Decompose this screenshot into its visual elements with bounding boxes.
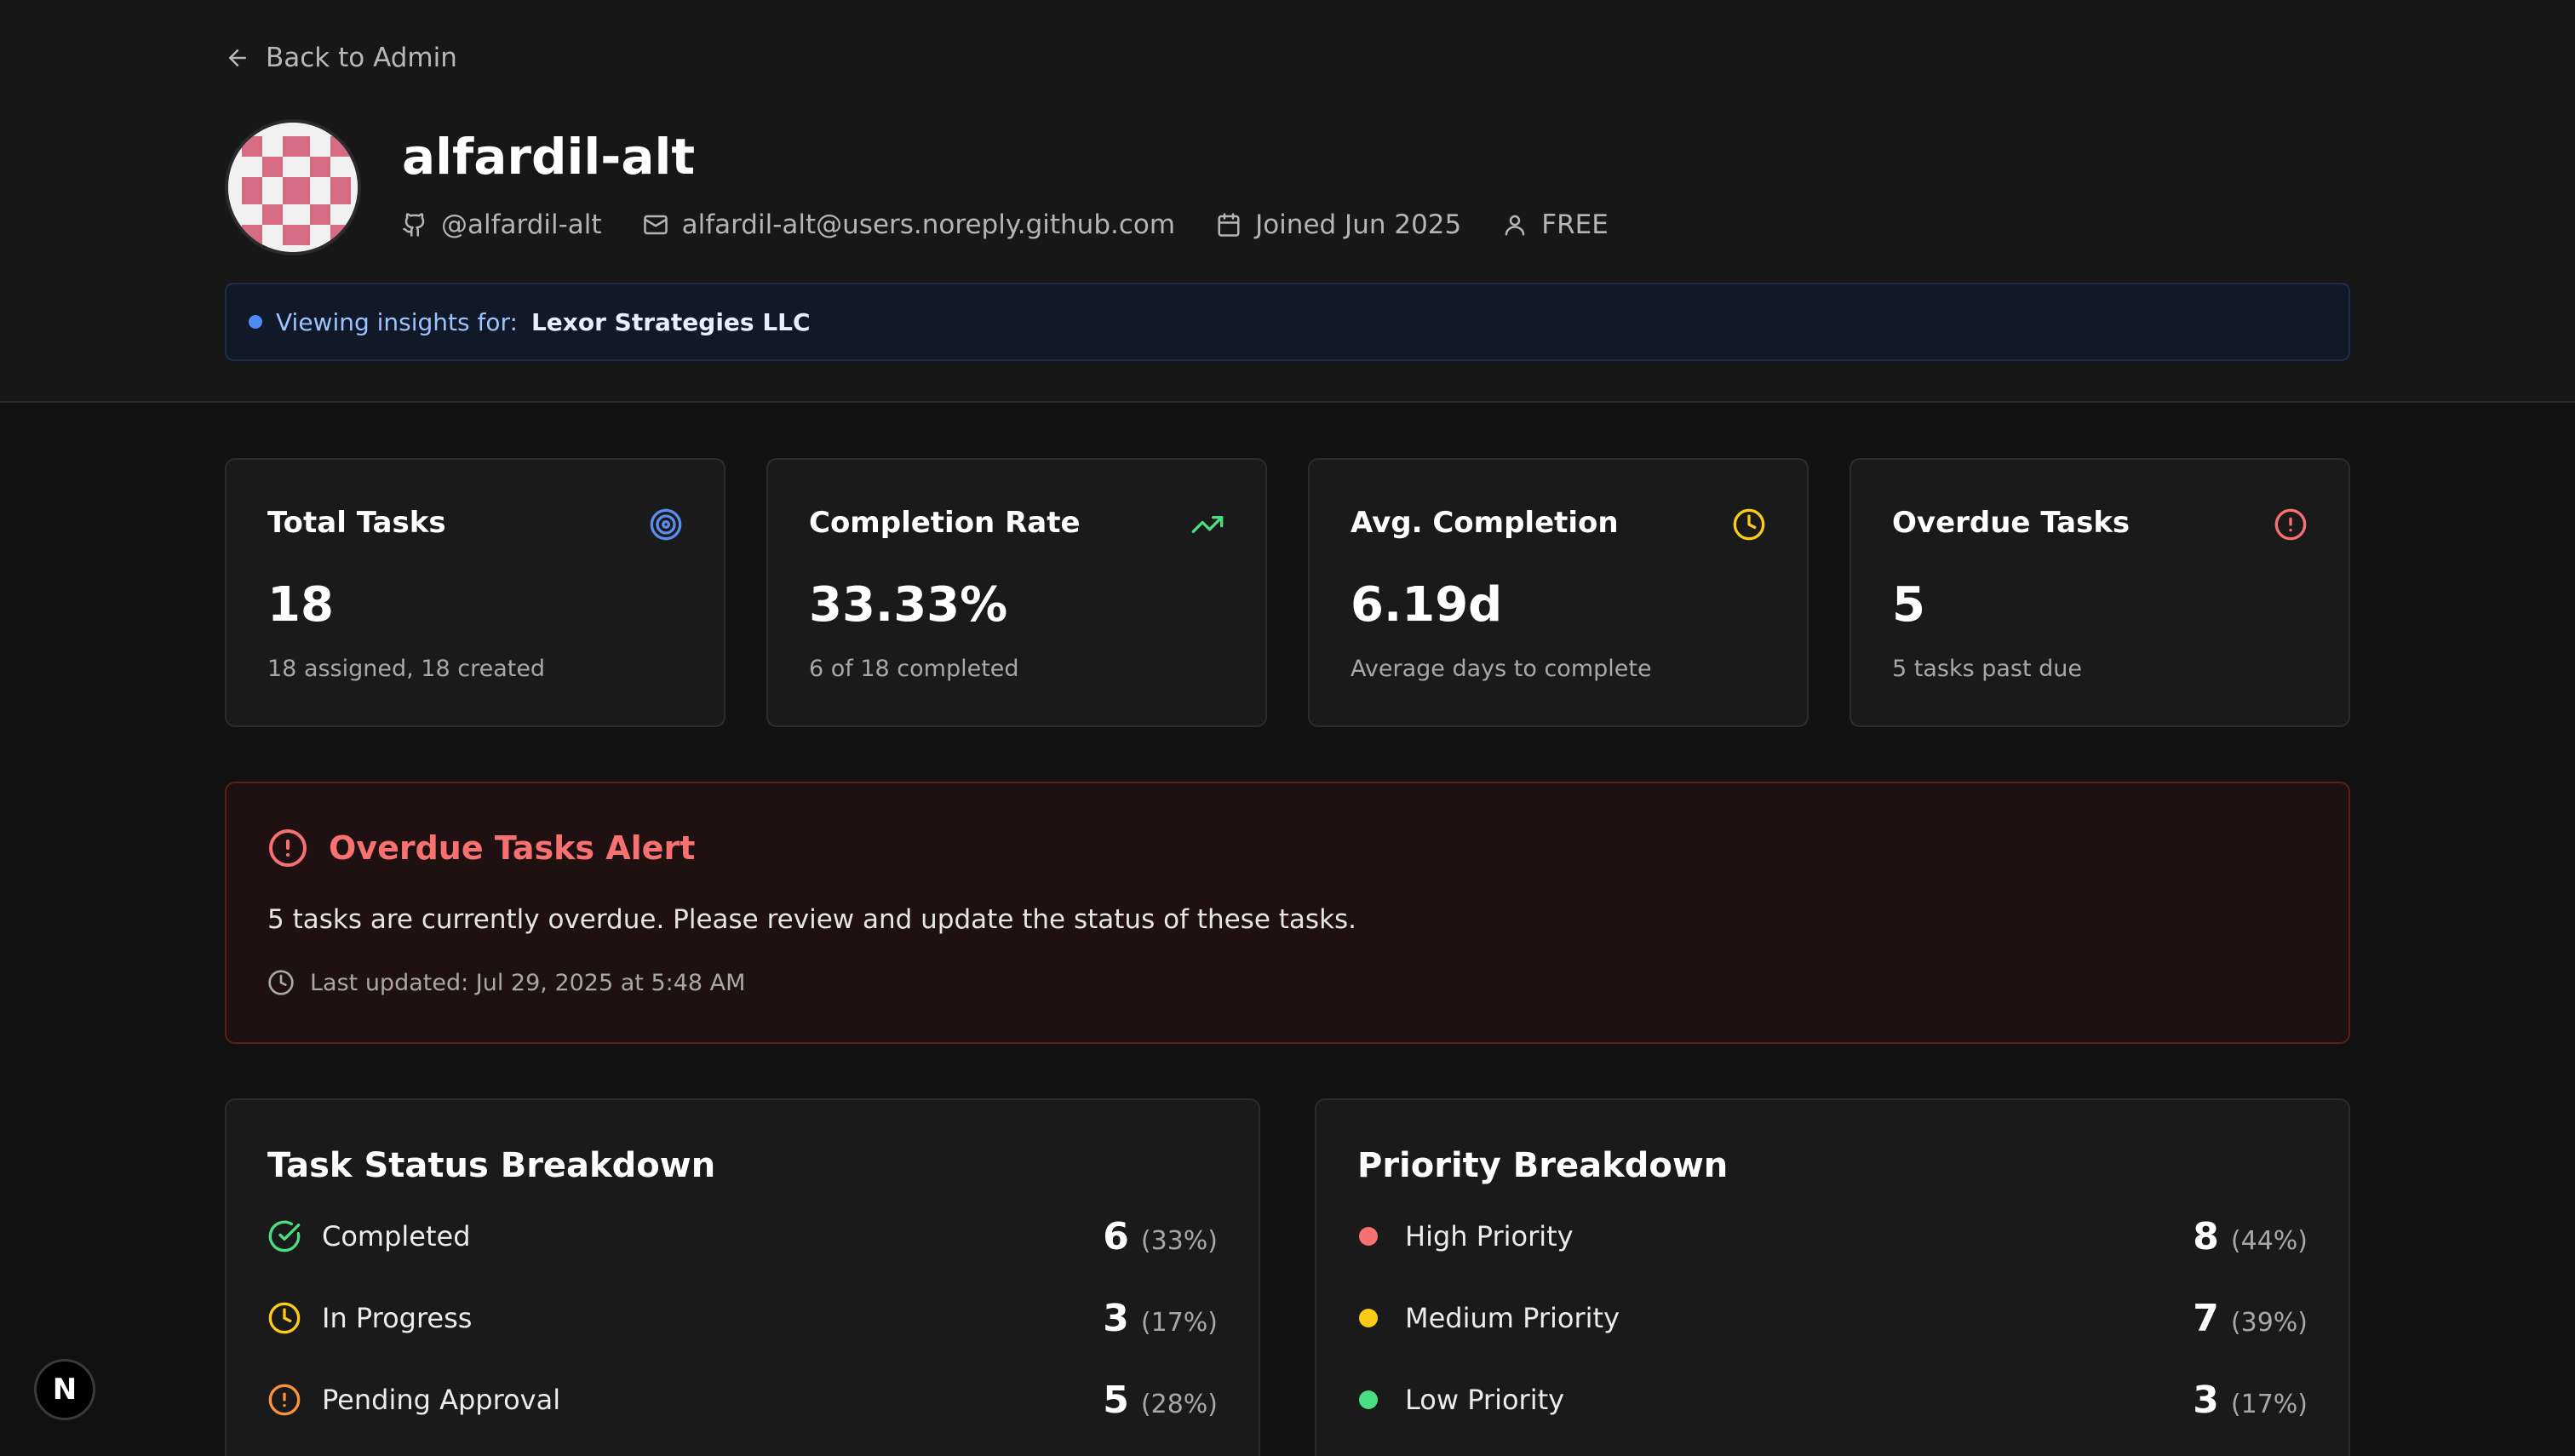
priority-row-low: Low Priority 3 (17%) <box>1357 1374 2308 1425</box>
calendar-icon <box>1218 213 1240 237</box>
trending-up-icon <box>1191 516 1224 533</box>
back-to-admin-link[interactable]: Back to Admin <box>225 37 457 78</box>
stat-value: 33.33% <box>809 577 1008 633</box>
stat-title: Avg. Completion <box>1351 506 1619 540</box>
identicon-image <box>228 123 358 252</box>
stat-card-avg-completion: Avg. Completion 6.19d Average days to co… <box>1308 458 1809 727</box>
priority-row-medium: Medium Priority 7 (39%) <box>1357 1293 2308 1344</box>
status-percent: (28%) <box>1140 1389 1218 1419</box>
status-row-pending-approval: Pending Approval 5 (28%) <box>267 1374 1218 1425</box>
alert-circle-icon <box>269 829 307 867</box>
status-row-in-progress: In Progress 3 (17%) <box>267 1293 1218 1344</box>
priority-label: Low Priority <box>1405 1384 1565 1416</box>
priority-panel: Priority Breakdown High Priority 8 (44%)… <box>1315 1098 2350 1456</box>
clock-icon <box>268 970 294 995</box>
github-icon <box>403 213 425 237</box>
profile-header: Back to Admin alfardil-alt @alfardil-alt… <box>0 0 2575 403</box>
status-count: 6 <box>1103 1214 1129 1258</box>
joined-date-text: Joined Jun 2025 <box>1255 209 1462 240</box>
priority-count: 8 <box>2193 1214 2219 1258</box>
stat-title: Completion Rate <box>809 506 1081 540</box>
alert-last-updated: Last updated: Jul 29, 2025 at 5:48 AM <box>267 969 745 996</box>
alert-message: 5 tasks are currently overdue. Please re… <box>267 904 1357 935</box>
stat-subtitle: 6 of 18 completed <box>809 656 1019 682</box>
stat-subtitle: 5 tasks past due <box>1892 656 2083 682</box>
github-handle: @alfardil-alt <box>402 209 602 240</box>
alert-title: Overdue Tasks Alert <box>329 829 696 867</box>
stat-title: Overdue Tasks <box>1892 506 2131 540</box>
stat-card-total-tasks: Total Tasks 18 18 assigned, 18 created <box>225 458 725 727</box>
user-icon <box>1505 215 1525 236</box>
panel-title: Task Status Breakdown <box>267 1146 716 1185</box>
insights-banner: Viewing insights for: Lexor Strategies L… <box>225 283 2350 361</box>
panel-title: Priority Breakdown <box>1357 1146 1729 1185</box>
insights-prefix: Viewing insights for: <box>276 307 518 336</box>
target-icon <box>650 508 682 541</box>
priority-percent: (17%) <box>2230 1389 2308 1419</box>
profile-meta: @alfardil-alt alfardil-alt@users.noreply… <box>402 204 1609 245</box>
mail-icon <box>643 215 668 235</box>
priority-count: 7 <box>2193 1296 2219 1340</box>
stat-card-overdue-tasks: Overdue Tasks 5 5 tasks past due <box>1850 458 2350 727</box>
alert-header: Overdue Tasks Alert <box>267 828 695 868</box>
stat-card-completion-rate: Completion Rate 33.33% 6 of 18 completed <box>766 458 1267 727</box>
stat-subtitle: Average days to complete <box>1351 656 1652 682</box>
info-dot-icon <box>249 315 262 329</box>
status-percent: (33%) <box>1140 1225 1218 1256</box>
check-circle-icon <box>268 1220 301 1253</box>
insights-organization: Lexor Strategies LLC <box>530 307 811 336</box>
overdue-alert: Overdue Tasks Alert 5 tasks are currentl… <box>225 782 2350 1044</box>
task-status-panel: Task Status Breakdown Completed 6 (33%) … <box>225 1098 1260 1456</box>
status-row-completed: Completed 6 (33%) <box>267 1211 1218 1262</box>
clock-icon <box>1733 508 1765 541</box>
joined-date: Joined Jun 2025 <box>1216 209 1461 240</box>
alert-last-updated-text: Last updated: Jul 29, 2025 at 5:48 AM <box>310 969 746 996</box>
alert-circle-icon <box>268 1384 301 1416</box>
medium-priority-dot-icon <box>1359 1309 1378 1327</box>
alert-circle-icon <box>2274 508 2307 541</box>
status-label: Completed <box>322 1220 471 1253</box>
priority-count: 3 <box>2193 1378 2219 1422</box>
clock-icon <box>268 1302 301 1334</box>
profile-username: alfardil-alt <box>402 128 696 186</box>
status-label: Pending Approval <box>322 1384 561 1416</box>
dev-tools-badge[interactable]: N <box>34 1359 95 1420</box>
email: alfardil-alt@users.noreply.github.com <box>643 209 1176 240</box>
avatar <box>225 119 361 255</box>
arrow-left-icon <box>229 49 246 66</box>
stat-value: 5 <box>1892 577 1925 633</box>
high-priority-dot-icon <box>1359 1227 1378 1246</box>
priority-label: High Priority <box>1405 1220 1574 1253</box>
priority-row-high: High Priority 8 (44%) <box>1357 1211 2308 1262</box>
low-priority-dot-icon <box>1359 1390 1378 1409</box>
plan: FREE <box>1502 209 1609 240</box>
stat-subtitle: 18 assigned, 18 created <box>267 656 546 682</box>
email-text: alfardil-alt@users.noreply.github.com <box>681 209 1176 240</box>
stat-value: 6.19d <box>1351 577 1503 633</box>
status-label: In Progress <box>322 1302 473 1334</box>
stat-title: Total Tasks <box>267 506 446 540</box>
status-percent: (17%) <box>1140 1307 1218 1338</box>
priority-percent: (39%) <box>2230 1307 2308 1338</box>
back-to-admin-label: Back to Admin <box>266 43 457 73</box>
status-count: 3 <box>1103 1296 1129 1340</box>
plan-text: FREE <box>1541 209 1609 240</box>
stat-value: 18 <box>267 577 334 633</box>
status-count: 5 <box>1103 1378 1129 1422</box>
github-handle-text: @alfardil-alt <box>441 209 602 240</box>
priority-percent: (44%) <box>2230 1225 2308 1256</box>
priority-label: Medium Priority <box>1405 1302 1620 1334</box>
